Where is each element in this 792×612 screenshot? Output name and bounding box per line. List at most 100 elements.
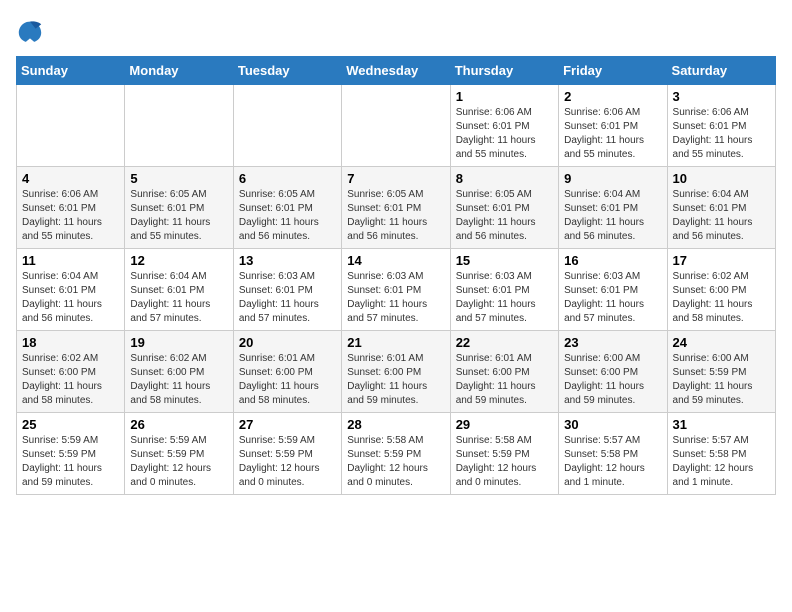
- day-cell: 5 Sunrise: 6:05 AM Sunset: 6:01 PM Daylig…: [125, 167, 233, 249]
- day-cell: 1 Sunrise: 6:06 AM Sunset: 6:01 PM Daylig…: [450, 85, 558, 167]
- day-cell: 29 Sunrise: 5:58 AM Sunset: 5:59 PM Dayli…: [450, 413, 558, 495]
- day-cell: 4 Sunrise: 6:06 AM Sunset: 6:01 PM Daylig…: [17, 167, 125, 249]
- day-cell: 8Sunrise: 6:05 AM Sunset: 6:01 PM Daylig…: [450, 167, 558, 249]
- day-number: 26: [130, 417, 227, 432]
- day-cell: 18 Sunrise: 6:02 AM Sunset: 6:00 PM Dayli…: [17, 331, 125, 413]
- day-number: 11: [22, 253, 119, 268]
- day-cell: 6 Sunrise: 6:05 AM Sunset: 6:01 PM Daylig…: [233, 167, 341, 249]
- day-info: Sunrise: 6:03 AM Sunset: 6:01 PM Dayligh…: [347, 270, 444, 326]
- day-cell: 20Sunrise: 6:01 AM Sunset: 6:00 PM Dayli…: [233, 331, 341, 413]
- day-cell: 26Sunrise: 5:59 AM Sunset: 5:59 PM Dayli…: [125, 413, 233, 495]
- header-cell-thursday: Thursday: [450, 57, 558, 85]
- day-cell: 27 Sunrise: 5:59 AM Sunset: 5:59 PM Dayli…: [233, 413, 341, 495]
- day-number: 28: [347, 417, 444, 432]
- day-info: Sunrise: 6:04 AM Sunset: 6:01 PM Dayligh…: [22, 270, 119, 326]
- day-number: 12: [130, 253, 227, 268]
- day-info: Sunrise: 5:59 AM Sunset: 5:59 PM Dayligh…: [239, 434, 336, 490]
- day-number: 24: [673, 335, 770, 350]
- day-cell: 28 Sunrise: 5:58 AM Sunset: 5:59 PM Dayli…: [342, 413, 450, 495]
- day-number: 13: [239, 253, 336, 268]
- day-info: Sunrise: 5:58 AM Sunset: 5:59 PM Dayligh…: [347, 434, 444, 490]
- day-cell: 22 Sunrise: 6:01 AM Sunset: 6:00 PM Dayli…: [450, 331, 558, 413]
- day-number: 31: [673, 417, 770, 432]
- day-number: 7: [347, 171, 444, 186]
- day-number: 2: [564, 89, 661, 104]
- calendar-table: SundayMondayTuesdayWednesdayThursdayFrid…: [16, 56, 776, 495]
- day-cell: 3Sunrise: 6:06 AM Sunset: 6:01 PM Daylig…: [667, 85, 775, 167]
- week-row-3: 11 Sunrise: 6:04 AM Sunset: 6:01 PM Dayli…: [17, 249, 776, 331]
- day-cell: 16 Sunrise: 6:03 AM Sunset: 6:01 PM Dayli…: [559, 249, 667, 331]
- day-number: 18: [22, 335, 119, 350]
- header: [16, 16, 776, 44]
- day-cell: [342, 85, 450, 167]
- day-info: Sunrise: 6:06 AM Sunset: 6:01 PM Dayligh…: [564, 106, 661, 162]
- day-cell: 14 Sunrise: 6:03 AM Sunset: 6:01 PM Dayli…: [342, 249, 450, 331]
- day-cell: 15Sunrise: 6:03 AM Sunset: 6:01 PM Dayli…: [450, 249, 558, 331]
- day-info: Sunrise: 6:04 AM Sunset: 6:01 PM Dayligh…: [564, 188, 661, 244]
- day-number: 1: [456, 89, 553, 104]
- day-cell: 13 Sunrise: 6:03 AM Sunset: 6:01 PM Dayli…: [233, 249, 341, 331]
- day-info: Sunrise: 6:03 AM Sunset: 6:01 PM Dayligh…: [564, 270, 661, 326]
- day-info: Sunrise: 5:57 AM Sunset: 5:58 PM Dayligh…: [673, 434, 770, 490]
- day-cell: 11 Sunrise: 6:04 AM Sunset: 6:01 PM Dayli…: [17, 249, 125, 331]
- day-number: 8: [456, 171, 553, 186]
- header-row: SundayMondayTuesdayWednesdayThursdayFrid…: [17, 57, 776, 85]
- day-info: Sunrise: 6:06 AM Sunset: 6:01 PM Dayligh…: [456, 106, 553, 162]
- day-info: Sunrise: 6:02 AM Sunset: 6:00 PM Dayligh…: [673, 270, 770, 326]
- day-info: Sunrise: 5:58 AM Sunset: 5:59 PM Dayligh…: [456, 434, 553, 490]
- day-info: Sunrise: 6:05 AM Sunset: 6:01 PM Dayligh…: [130, 188, 227, 244]
- header-cell-friday: Friday: [559, 57, 667, 85]
- day-cell: 19 Sunrise: 6:02 AM Sunset: 6:00 PM Dayli…: [125, 331, 233, 413]
- day-cell: 9 Sunrise: 6:04 AM Sunset: 6:01 PM Daylig…: [559, 167, 667, 249]
- day-cell: 10 Sunrise: 6:04 AM Sunset: 6:01 PM Dayli…: [667, 167, 775, 249]
- day-info: Sunrise: 6:03 AM Sunset: 6:01 PM Dayligh…: [239, 270, 336, 326]
- day-cell: [125, 85, 233, 167]
- day-number: 4: [22, 171, 119, 186]
- day-number: 9: [564, 171, 661, 186]
- header-cell-wednesday: Wednesday: [342, 57, 450, 85]
- day-number: 6: [239, 171, 336, 186]
- day-cell: 17Sunrise: 6:02 AM Sunset: 6:00 PM Dayli…: [667, 249, 775, 331]
- day-info: Sunrise: 6:03 AM Sunset: 6:01 PM Dayligh…: [456, 270, 553, 326]
- day-number: 22: [456, 335, 553, 350]
- day-number: 19: [130, 335, 227, 350]
- day-info: Sunrise: 6:04 AM Sunset: 6:01 PM Dayligh…: [673, 188, 770, 244]
- week-row-1: 1 Sunrise: 6:06 AM Sunset: 6:01 PM Daylig…: [17, 85, 776, 167]
- header-cell-saturday: Saturday: [667, 57, 775, 85]
- day-cell: 24 Sunrise: 6:00 AM Sunset: 5:59 PM Dayli…: [667, 331, 775, 413]
- week-row-5: 25 Sunrise: 5:59 AM Sunset: 5:59 PM Dayli…: [17, 413, 776, 495]
- day-info: Sunrise: 6:04 AM Sunset: 6:01 PM Dayligh…: [130, 270, 227, 326]
- day-number: 5: [130, 171, 227, 186]
- day-number: 29: [456, 417, 553, 432]
- day-cell: [17, 85, 125, 167]
- day-info: Sunrise: 6:01 AM Sunset: 6:00 PM Dayligh…: [347, 352, 444, 408]
- week-row-2: 4 Sunrise: 6:06 AM Sunset: 6:01 PM Daylig…: [17, 167, 776, 249]
- day-cell: 2 Sunrise: 6:06 AM Sunset: 6:01 PM Daylig…: [559, 85, 667, 167]
- day-number: 21: [347, 335, 444, 350]
- day-number: 30: [564, 417, 661, 432]
- day-cell: 12 Sunrise: 6:04 AM Sunset: 6:01 PM Dayli…: [125, 249, 233, 331]
- day-number: 16: [564, 253, 661, 268]
- day-number: 25: [22, 417, 119, 432]
- week-row-4: 18 Sunrise: 6:02 AM Sunset: 6:00 PM Dayli…: [17, 331, 776, 413]
- header-cell-tuesday: Tuesday: [233, 57, 341, 85]
- day-info: Sunrise: 6:06 AM Sunset: 6:01 PM Dayligh…: [673, 106, 770, 162]
- day-info: Sunrise: 6:06 AM Sunset: 6:01 PM Dayligh…: [22, 188, 119, 244]
- day-cell: [233, 85, 341, 167]
- day-info: Sunrise: 6:02 AM Sunset: 6:00 PM Dayligh…: [130, 352, 227, 408]
- day-cell: 23 Sunrise: 6:00 AM Sunset: 6:00 PM Dayli…: [559, 331, 667, 413]
- day-number: 23: [564, 335, 661, 350]
- day-number: 14: [347, 253, 444, 268]
- day-cell: 30 Sunrise: 5:57 AM Sunset: 5:58 PM Dayli…: [559, 413, 667, 495]
- day-info: Sunrise: 6:00 AM Sunset: 5:59 PM Dayligh…: [673, 352, 770, 408]
- day-info: Sunrise: 5:57 AM Sunset: 5:58 PM Dayligh…: [564, 434, 661, 490]
- day-info: Sunrise: 6:01 AM Sunset: 6:00 PM Dayligh…: [239, 352, 336, 408]
- day-info: Sunrise: 6:01 AM Sunset: 6:00 PM Dayligh…: [456, 352, 553, 408]
- day-info: Sunrise: 6:02 AM Sunset: 6:00 PM Dayligh…: [22, 352, 119, 408]
- day-number: 10: [673, 171, 770, 186]
- day-info: Sunrise: 6:05 AM Sunset: 6:01 PM Dayligh…: [347, 188, 444, 244]
- day-number: 27: [239, 417, 336, 432]
- day-info: Sunrise: 6:00 AM Sunset: 6:00 PM Dayligh…: [564, 352, 661, 408]
- day-cell: 7 Sunrise: 6:05 AM Sunset: 6:01 PM Daylig…: [342, 167, 450, 249]
- day-info: Sunrise: 6:05 AM Sunset: 6:01 PM Dayligh…: [239, 188, 336, 244]
